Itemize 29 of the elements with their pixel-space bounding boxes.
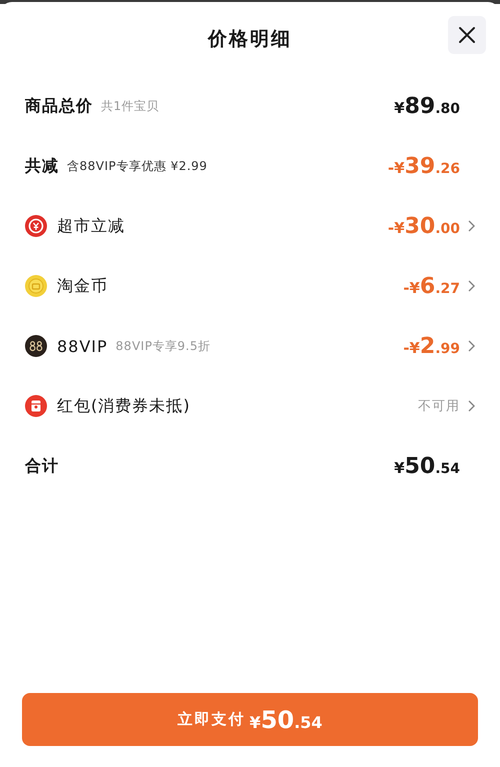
- envelope-icon: [25, 395, 47, 417]
- price-amount: -¥2.99: [403, 334, 460, 358]
- chevron-icon[interactable]: [468, 340, 475, 352]
- row-note: 含88VIP专享优惠 ¥2.99: [67, 158, 208, 174]
- price-amount: -¥39.26: [388, 154, 460, 178]
- close-button[interactable]: [448, 16, 486, 54]
- status-text: 不可用: [418, 398, 460, 415]
- coupon-icon: [25, 215, 47, 237]
- row-label: 淘金币: [57, 276, 108, 296]
- row-label: 共减: [25, 156, 59, 176]
- row-note: 88VIP专享9.5折: [116, 338, 211, 354]
- price-amount: -¥30.00: [388, 214, 460, 238]
- close-icon: [458, 26, 476, 44]
- row-label: 超市立减: [57, 216, 125, 236]
- row-note: 共1件宝贝: [101, 98, 160, 114]
- price-amount: ¥50.54: [394, 454, 460, 478]
- pay-button[interactable]: 立即支付 ¥50.54: [22, 693, 478, 746]
- price-amount: ¥89.80: [394, 94, 460, 118]
- row-label: 商品总价: [25, 96, 93, 116]
- row-label: 红包(消费券未抵): [57, 396, 190, 416]
- chevron-icon[interactable]: [468, 400, 475, 412]
- row-label: 88VIP: [57, 336, 108, 356]
- sheet-title: 价格明细: [208, 27, 292, 52]
- vip-icon: [25, 335, 47, 357]
- row-label: 合计: [25, 456, 59, 476]
- price-amount: -¥6.27: [403, 274, 460, 298]
- coin-icon: [25, 275, 47, 297]
- chevron-icon[interactable]: [468, 280, 475, 292]
- chevron-icon[interactable]: [468, 220, 475, 232]
